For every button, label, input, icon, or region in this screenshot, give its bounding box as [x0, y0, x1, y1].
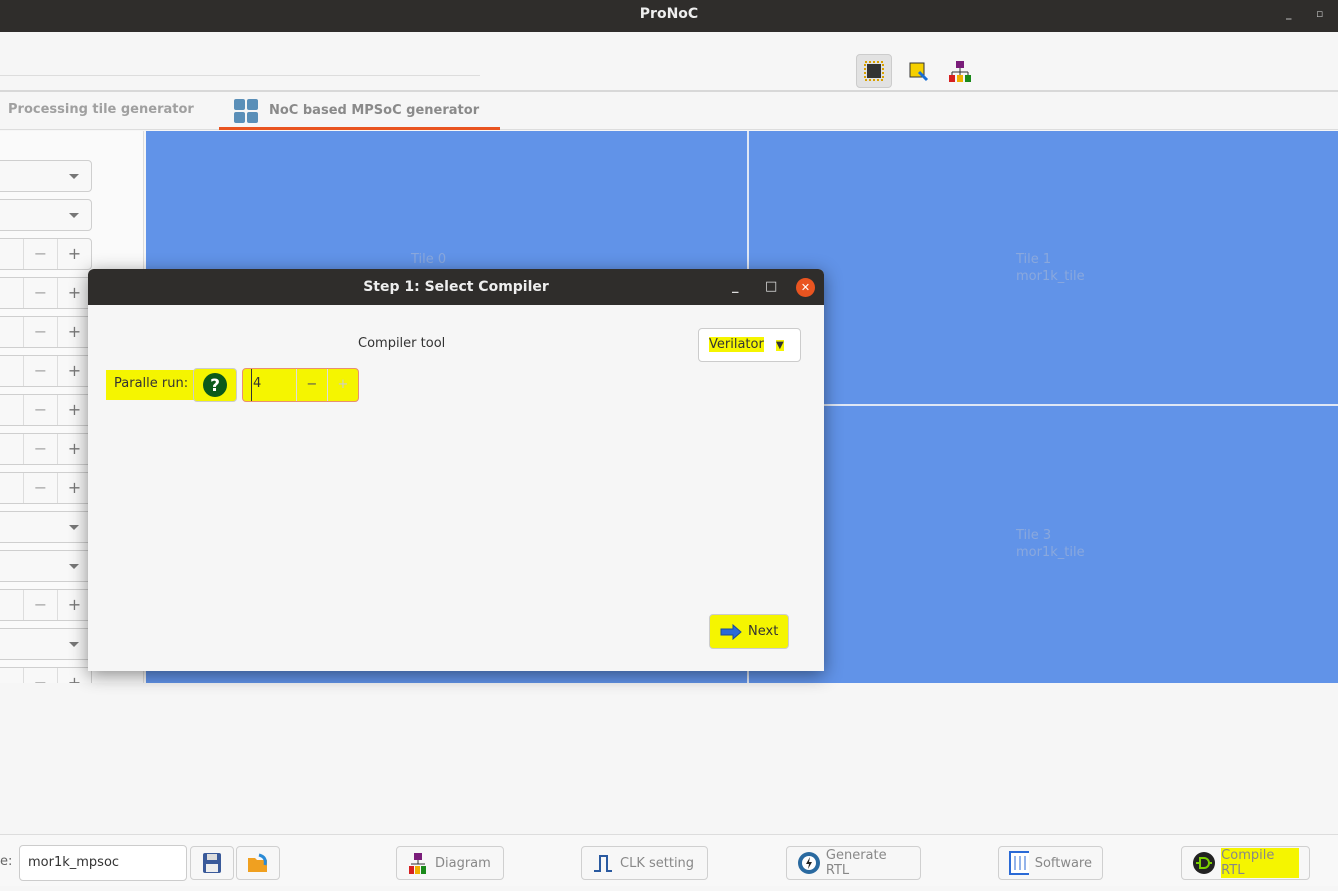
compile-rtl-button[interactable]: Compile RTL	[1181, 846, 1310, 880]
save-button[interactable]	[190, 846, 234, 880]
parallel-run-spinner[interactable]: 4 − +	[242, 368, 359, 402]
divider	[749, 404, 1338, 406]
hierarchy-icon	[409, 853, 426, 874]
close-icon[interactable]: ✕	[796, 278, 815, 297]
minimize-icon[interactable]: _	[732, 269, 739, 305]
button-label: Software	[1034, 855, 1092, 871]
bottom-toolbar: e: mor1k_mpsoc Diagram CLK setting Gener…	[0, 834, 1338, 886]
compile-icon	[1193, 852, 1215, 874]
parameter-spinner[interactable]: − +	[0, 472, 92, 504]
parameter-spinner[interactable]: − +	[0, 589, 92, 621]
open-folder-icon	[248, 853, 267, 872]
parameter-spinner[interactable]: − +	[0, 277, 92, 309]
tab-label: NoC based MPSoC generator	[269, 103, 480, 118]
tile-name: Tile 1	[1016, 252, 1052, 267]
increment-button[interactable]: +	[326, 369, 358, 401]
hierarchy-icon[interactable]	[942, 54, 978, 88]
software-button[interactable]: Software	[998, 846, 1103, 880]
next-button[interactable]: Next	[709, 614, 789, 649]
open-button[interactable]	[236, 846, 280, 880]
clk-setting-button[interactable]: CLK setting	[581, 846, 708, 880]
project-name-value: mor1k_mpsoc	[28, 855, 120, 870]
tab-label: Processing tile generator	[8, 102, 194, 117]
parameter-spinner[interactable]: − +	[0, 355, 92, 387]
parameter-dropdown[interactable]	[0, 628, 92, 660]
button-label: Generate RTL	[825, 848, 887, 878]
svg-text:?: ?	[210, 376, 220, 396]
compiler-dropdown[interactable]: Verilator ▼	[698, 328, 801, 362]
parameter-dropdown[interactable]	[0, 511, 92, 543]
name-label: e:	[0, 854, 13, 869]
decrement-button[interactable]: −	[295, 369, 327, 401]
project-name-input[interactable]: mor1k_mpsoc	[19, 845, 187, 881]
parameter-spinner[interactable]: − +	[0, 316, 92, 348]
dropdown-arrow-icon: ▼	[775, 340, 784, 351]
tile-name: Tile 3	[1016, 528, 1052, 543]
maximize-icon[interactable]: □	[765, 269, 777, 305]
restore-icon[interactable]: ▫	[1316, 0, 1323, 28]
tile-type: mor1k_tile	[1016, 545, 1085, 560]
compiler-tool-label: Compiler tool	[358, 336, 446, 351]
help-question-icon: ?	[203, 373, 227, 397]
top-toolbar	[0, 32, 1338, 92]
floppy-disk-icon	[203, 853, 221, 873]
parallel-run-value[interactable]: 4	[251, 369, 296, 401]
divider	[0, 75, 480, 76]
parallel-run-label: Paralle run:	[106, 370, 197, 400]
tab-processing-tile-generator[interactable]: Processing tile generator	[8, 94, 194, 130]
grid-tiles-icon	[234, 98, 258, 123]
minimize-icon[interactable]: _	[1286, 0, 1292, 28]
tile-name: Tile 0	[411, 252, 447, 267]
window-titlebar: ProNoC _ ▫	[0, 0, 1338, 32]
tile-0[interactable]: Tile 0	[411, 251, 446, 268]
parameter-spinner[interactable]: − +	[0, 433, 92, 465]
dialog-title: Step 1: Select Compiler	[363, 279, 549, 295]
generate-rtl-button[interactable]: Generate RTL	[786, 846, 921, 880]
clock-signal-icon	[594, 855, 612, 872]
arrow-right-icon	[720, 623, 742, 640]
tab-bar: Processing tile generator NoC based MPSo…	[0, 94, 1338, 130]
diagram-button[interactable]: Diagram	[396, 846, 504, 880]
parameter-spinner[interactable]: − +	[0, 667, 92, 683]
parameter-spinner[interactable]: − +	[0, 238, 92, 270]
tile-1[interactable]: Tile 1 mor1k_tile	[1016, 251, 1085, 285]
dialog-titlebar: Step 1: Select Compiler _ □ ✕	[88, 269, 824, 305]
window-title: ProNoC	[639, 6, 699, 22]
parameter-dropdown[interactable]	[0, 550, 92, 582]
tile-edit-icon[interactable]	[900, 54, 936, 88]
button-label: Next	[748, 624, 779, 639]
parameter-dropdown[interactable]	[0, 160, 92, 192]
generate-gear-icon	[798, 852, 820, 874]
button-label: CLK setting	[620, 855, 695, 871]
help-button[interactable]: ?	[193, 368, 237, 402]
select-compiler-dialog: Step 1: Select Compiler _ □ ✕ Compiler t…	[88, 269, 824, 671]
button-label: Diagram	[435, 855, 491, 871]
tile-type: mor1k_tile	[1016, 269, 1085, 284]
software-icon	[1009, 851, 1029, 875]
tab-noc-mpsoc-generator[interactable]: NoC based MPSoC generator	[219, 94, 500, 130]
compiler-value: Verilator	[709, 337, 764, 352]
parameter-dropdown[interactable]	[0, 199, 92, 231]
parameter-spinner[interactable]: − +	[0, 394, 92, 426]
cpu-icon[interactable]	[856, 54, 892, 88]
tile-3[interactable]: Tile 3 mor1k_tile	[1016, 527, 1085, 561]
button-label: Compile RTL	[1221, 848, 1299, 878]
